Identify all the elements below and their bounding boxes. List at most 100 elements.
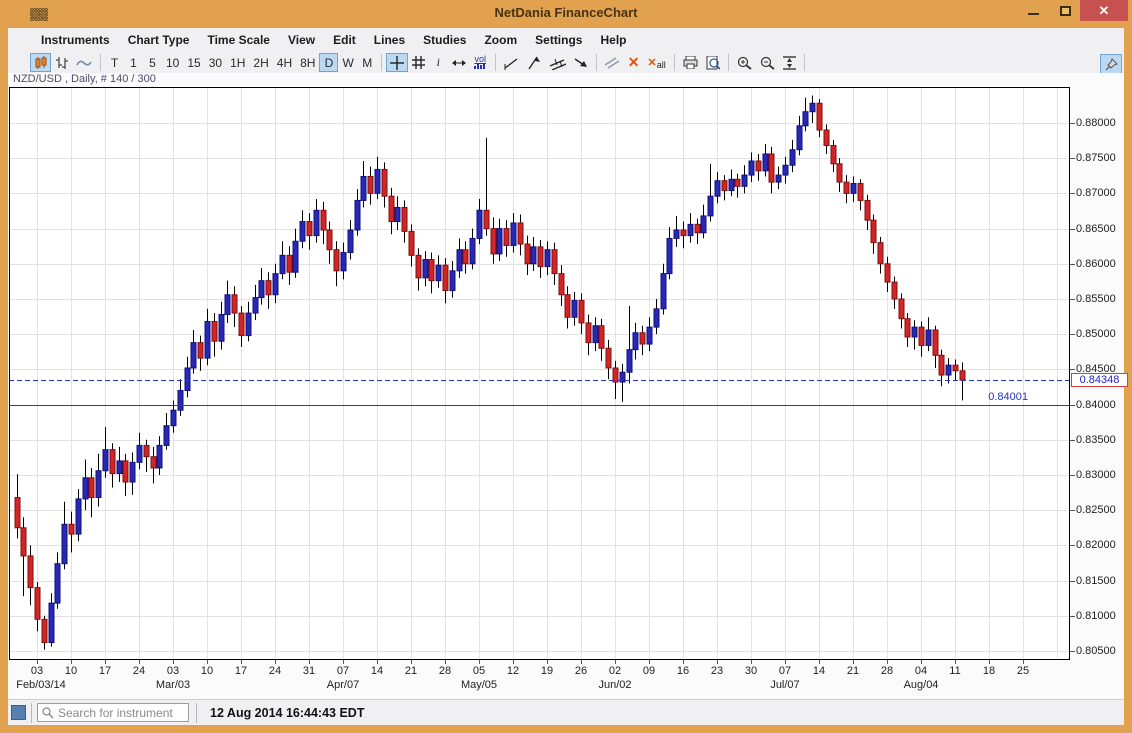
month-label: Mar/03 — [142, 679, 204, 691]
y-axis-tick — [1070, 545, 1075, 546]
print-preview-button[interactable] — [702, 53, 724, 72]
x-axis-label: 14 — [804, 665, 834, 677]
ray-line-tool[interactable] — [523, 53, 546, 72]
timeframe-D[interactable]: D — [319, 53, 338, 72]
y-axis-tick — [1070, 229, 1075, 230]
instrument-list-button[interactable] — [11, 705, 26, 720]
toolbar-separator — [804, 54, 805, 71]
search-box[interactable] — [37, 703, 189, 722]
window-content: InstrumentsChart TypeTime ScaleViewEditL… — [8, 28, 1124, 725]
fit-scale-icon — [783, 56, 796, 70]
y-axis-tick — [1070, 123, 1075, 124]
channel-tool[interactable] — [546, 53, 570, 72]
x-axis-tick — [887, 660, 888, 664]
crosshair-icon — [390, 56, 404, 70]
candlestick-plot[interactable] — [9, 87, 1070, 660]
menu-studies[interactable]: Studies — [414, 30, 475, 50]
volume-button[interactable]: vol — [470, 53, 491, 72]
horizontal-scroll-button[interactable] — [448, 53, 470, 72]
x-axis-label: 31 — [294, 665, 324, 677]
x-axis-tick — [445, 660, 446, 664]
menu-view[interactable]: View — [279, 30, 324, 50]
toolbar: T151015301H2H4H8HDWM i — [8, 52, 1124, 73]
close-button[interactable]: ✕ — [1080, 0, 1128, 21]
y-axis-tick — [1070, 440, 1075, 441]
chart-instrument-label: NZD/USD , Daily, # 140 / 300 — [13, 73, 156, 85]
title-bar[interactable]: NetDania FinanceChart ✕ — [0, 0, 1132, 28]
minimize-button[interactable] — [1020, 0, 1046, 21]
timeframe-group: T151015301H2H4H8HDWM — [105, 53, 377, 72]
menu-instruments[interactable]: Instruments — [32, 30, 119, 50]
menu-zoom[interactable]: Zoom — [475, 30, 526, 50]
timeframe-8H[interactable]: 8H — [296, 53, 319, 72]
maximize-icon — [1060, 6, 1071, 16]
maximize-button[interactable] — [1052, 0, 1078, 21]
support-price-label: 0.84001 — [908, 391, 1028, 404]
month-label: Jun/02 — [584, 679, 646, 691]
delete-line-button[interactable]: ✕ — [624, 53, 644, 72]
y-axis-label: 0.82000 — [1076, 539, 1128, 551]
zoom-out-icon — [760, 56, 775, 70]
print-button[interactable] — [679, 53, 702, 72]
x-axis-label: 24 — [260, 665, 290, 677]
x-axis-label: 12 — [498, 665, 528, 677]
crosshair-button[interactable] — [386, 53, 408, 72]
line-chart-button[interactable] — [72, 53, 96, 72]
x-axis-tick — [785, 660, 786, 664]
search-input[interactable] — [58, 706, 176, 720]
x-axis-label: 28 — [430, 665, 460, 677]
candlestick-icon — [34, 56, 47, 70]
x-axis-tick — [377, 660, 378, 664]
arrow-tool[interactable] — [570, 53, 592, 72]
y-axis-label: 0.85000 — [1076, 328, 1128, 340]
left-right-arrows-icon — [452, 59, 466, 67]
line-chart-icon — [76, 57, 92, 69]
y-axis-tick — [1070, 651, 1075, 652]
timeframe-M[interactable]: M — [358, 53, 377, 72]
menu-lines[interactable]: Lines — [365, 30, 414, 50]
delete-all-lines-button[interactable]: ✕all — [644, 53, 670, 72]
candlestick-chart-button[interactable] — [30, 53, 51, 72]
toolbar-separator — [495, 54, 496, 71]
x-axis-tick — [309, 660, 310, 664]
timeframe-T[interactable]: T — [105, 53, 124, 72]
timeframe-10[interactable]: 10 — [162, 53, 183, 72]
toolbar-separator — [100, 54, 101, 71]
x-axis-label: 19 — [532, 665, 562, 677]
menu-bar: InstrumentsChart TypeTime ScaleViewEditL… — [8, 28, 1124, 52]
menu-time-scale[interactable]: Time Scale — [198, 30, 278, 50]
parallel-lines-tool[interactable] — [601, 53, 624, 72]
menu-help[interactable]: Help — [591, 30, 635, 50]
menu-settings[interactable]: Settings — [526, 30, 591, 50]
timeframe-30[interactable]: 30 — [205, 53, 226, 72]
timeframe-W[interactable]: W — [338, 53, 357, 72]
fit-scale-button[interactable] — [779, 53, 800, 72]
zoom-out-button[interactable] — [756, 53, 779, 72]
menu-edit[interactable]: Edit — [324, 30, 365, 50]
y-axis-label: 0.86000 — [1076, 258, 1128, 270]
pin-button[interactable] — [1100, 54, 1122, 74]
info-button[interactable]: i — [429, 53, 448, 72]
ohlc-bars-icon — [55, 56, 68, 70]
timeframe-2H[interactable]: 2H — [249, 53, 272, 72]
x-axis-tick — [751, 660, 752, 664]
month-label: Jul/07 — [754, 679, 816, 691]
x-axis-label: 26 — [566, 665, 596, 677]
menu-chart-type[interactable]: Chart Type — [119, 30, 199, 50]
x-axis-tick — [513, 660, 514, 664]
zoom-in-button[interactable] — [733, 53, 756, 72]
timeframe-5[interactable]: 5 — [143, 53, 162, 72]
window-title: NetDania FinanceChart — [0, 5, 1132, 20]
y-axis-label: 0.86500 — [1076, 223, 1128, 235]
timeframe-1H[interactable]: 1H — [226, 53, 249, 72]
ohlc-bar-chart-button[interactable] — [51, 53, 72, 72]
timeframe-15[interactable]: 15 — [183, 53, 204, 72]
grid-button[interactable] — [408, 53, 429, 72]
timeframe-1[interactable]: 1 — [124, 53, 143, 72]
y-axis-label: 0.80500 — [1076, 645, 1128, 657]
trendline-tool[interactable] — [500, 53, 523, 72]
timeframe-4H[interactable]: 4H — [273, 53, 296, 72]
plot-canvas — [9, 87, 1070, 660]
y-axis-tick — [1070, 193, 1075, 194]
arrow-icon — [574, 56, 588, 69]
